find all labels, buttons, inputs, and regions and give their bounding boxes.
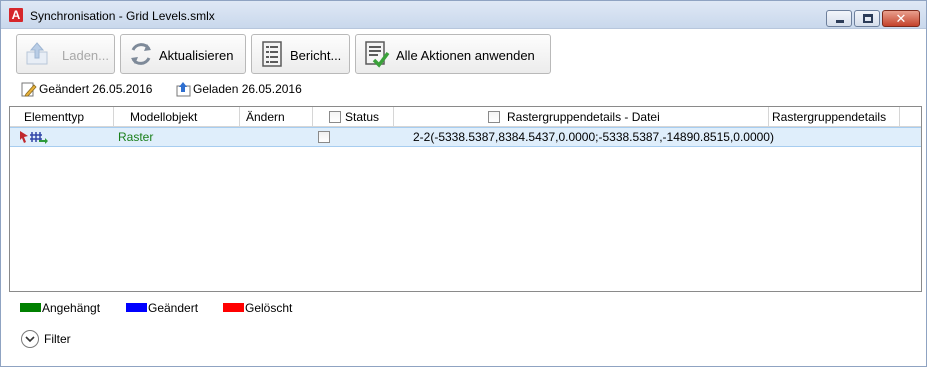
maximize-button[interactable] bbox=[854, 10, 880, 27]
column-header-elementtyp[interactable]: Elementtyp bbox=[10, 107, 114, 127]
loaded-document-icon bbox=[175, 81, 191, 97]
column-header-datei[interactable]: Rastergruppendetails - Datei bbox=[394, 107, 769, 127]
column-header-status[interactable]: Status bbox=[313, 107, 394, 127]
apply-all-actions-button[interactable]: Alle Aktionen anwenden bbox=[355, 34, 551, 74]
loaded-date-text: Geladen 26.05.2016 bbox=[193, 82, 302, 96]
legend-deleted-swatch bbox=[223, 303, 244, 312]
window-title: Synchronisation - Grid Levels.smlx bbox=[30, 9, 215, 23]
chevron-down-icon[interactable] bbox=[21, 330, 39, 348]
status-select-all-checkbox[interactable] bbox=[329, 111, 341, 123]
minimize-icon bbox=[836, 20, 844, 23]
legend-deleted-label: Gelöscht bbox=[245, 301, 293, 315]
column-header-details[interactable]: Rastergruppendetails bbox=[769, 107, 900, 127]
apply-all-icon bbox=[362, 40, 390, 68]
maximize-icon bbox=[863, 14, 873, 23]
report-button-label: Bericht... bbox=[290, 48, 342, 63]
refresh-button-label: Aktualisieren bbox=[159, 48, 234, 63]
title-bar[interactable]: A Synchronisation - Grid Levels.smlx ✕ bbox=[1, 1, 926, 29]
report-icon bbox=[258, 40, 286, 68]
close-icon: ✕ bbox=[895, 11, 907, 26]
legend-added-label: Angehängt bbox=[42, 301, 101, 315]
sync-grid[interactable]: Elementtyp Modellobjekt Ändern Status Ra… bbox=[9, 106, 922, 292]
legend-modified-label: Geändert bbox=[148, 301, 199, 315]
load-icon bbox=[23, 40, 51, 68]
grid-header: Elementtyp Modellobjekt Ändern Status Ra… bbox=[10, 107, 921, 127]
modified-date-text: Geändert 26.05.2016 bbox=[39, 82, 153, 96]
legend-added-swatch bbox=[20, 303, 41, 312]
modellobjekt-cell: Raster bbox=[118, 130, 154, 144]
table-row[interactable]: Raster 2-2(-5338.5387,8384.5437,0.0000;-… bbox=[10, 127, 921, 147]
row-status-checkbox[interactable] bbox=[318, 131, 330, 143]
filter-label: Filter bbox=[44, 332, 71, 346]
autocad-app-icon: A bbox=[9, 8, 23, 22]
legend-modified-swatch bbox=[126, 303, 147, 312]
load-button-label: Laden... bbox=[62, 48, 109, 63]
column-header-aendern[interactable]: Ändern bbox=[240, 107, 313, 127]
refresh-icon bbox=[127, 40, 155, 68]
close-button[interactable]: ✕ bbox=[882, 10, 920, 27]
minimize-button[interactable] bbox=[826, 10, 852, 27]
edit-document-icon bbox=[21, 81, 37, 97]
refresh-button[interactable]: Aktualisieren bbox=[120, 34, 246, 74]
apply-all-actions-label: Alle Aktionen anwenden bbox=[396, 48, 535, 63]
elementtyp-cell bbox=[18, 128, 108, 146]
load-button[interactable]: Laden... bbox=[16, 34, 115, 74]
column-header-modellobjekt[interactable]: Modellobjekt bbox=[114, 107, 240, 127]
grid-element-type-icon bbox=[20, 131, 48, 144]
datei-select-all-checkbox[interactable] bbox=[488, 111, 500, 123]
synchronisation-window: A Synchronisation - Grid Levels.smlx ✕ L… bbox=[0, 0, 927, 367]
details-cell bbox=[772, 128, 902, 146]
report-button[interactable]: Bericht... bbox=[251, 34, 350, 74]
